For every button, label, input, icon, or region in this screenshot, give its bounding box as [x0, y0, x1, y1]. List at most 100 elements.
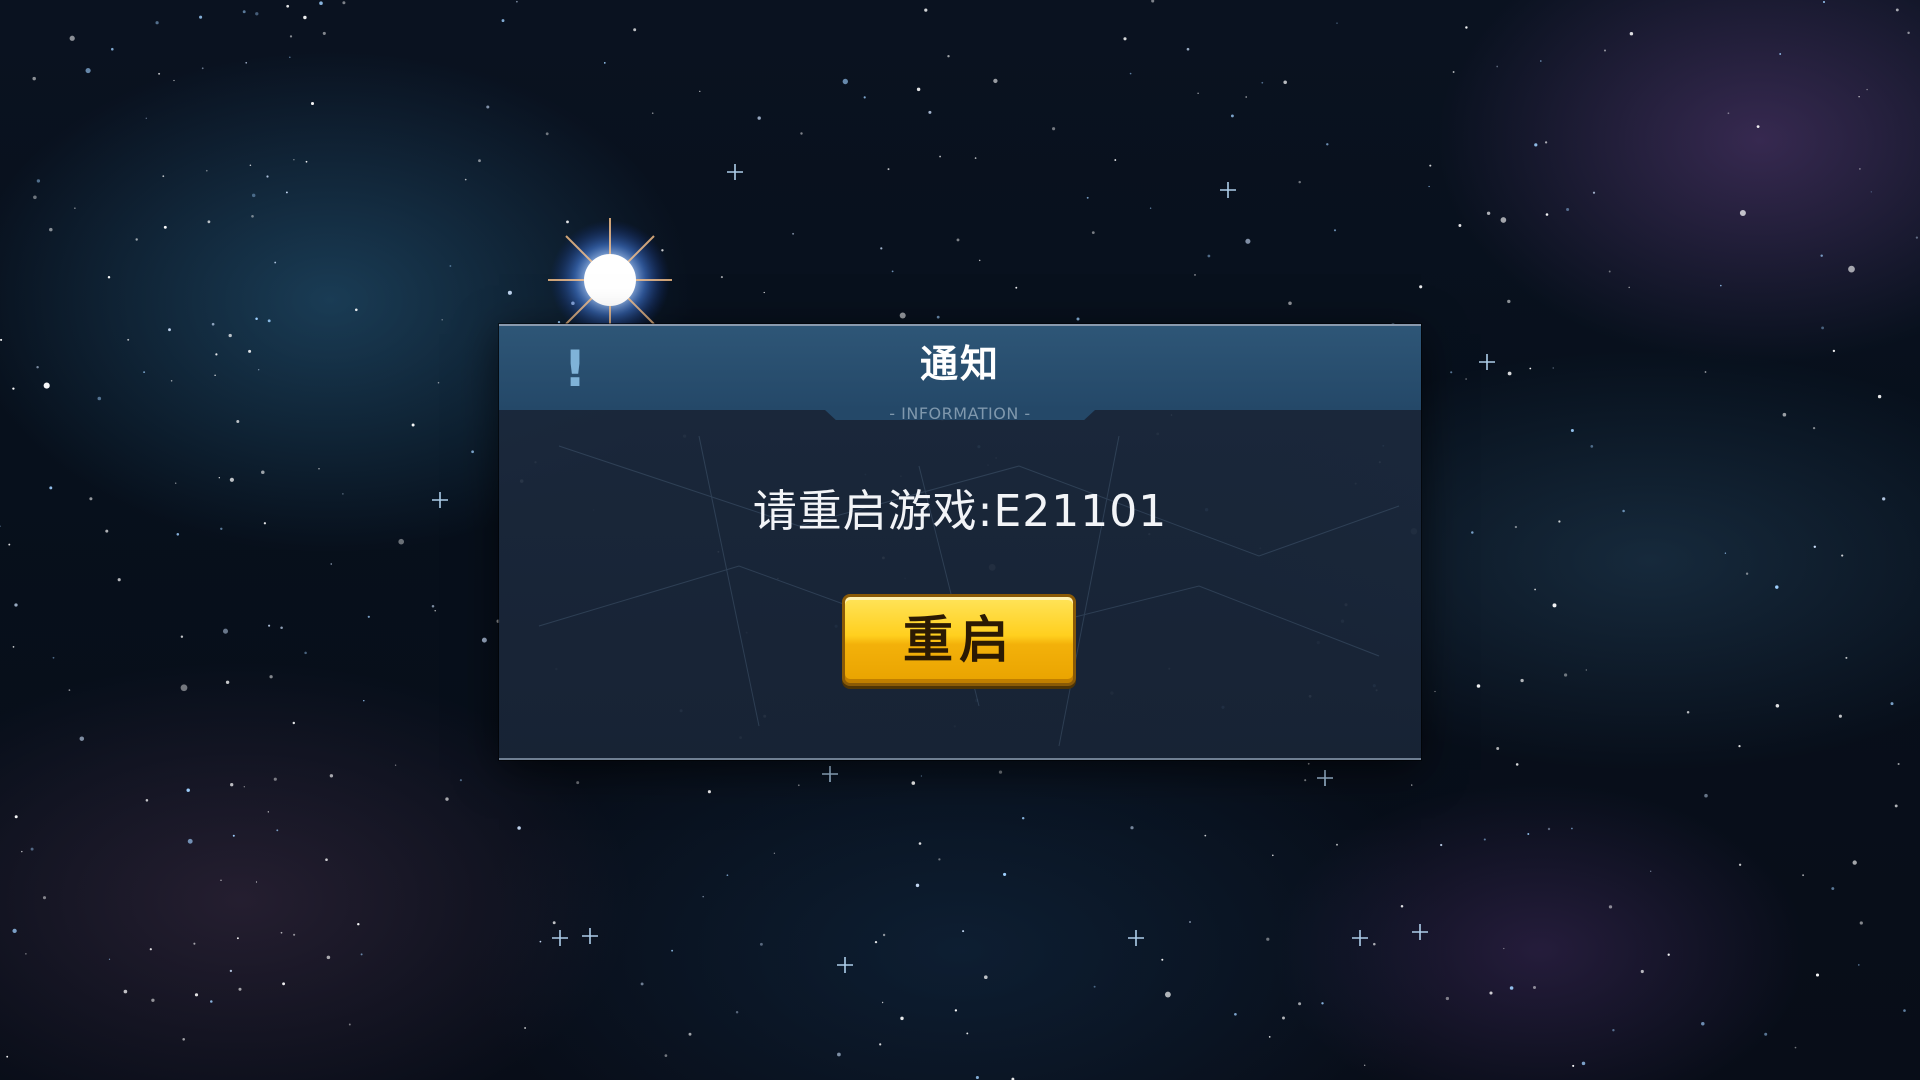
star [276, 829, 279, 832]
star [267, 319, 271, 323]
star [1476, 684, 1481, 688]
sparkle [582, 928, 598, 944]
star [1471, 531, 1474, 534]
star [215, 353, 218, 356]
star [218, 477, 220, 479]
star [956, 238, 960, 242]
star [1189, 921, 1191, 923]
star [1373, 942, 1376, 946]
star [225, 680, 230, 685]
star [441, 318, 443, 321]
star [319, 1, 323, 5]
star [123, 989, 128, 994]
star [8, 543, 11, 546]
star [251, 193, 256, 198]
sparkle [1412, 924, 1428, 940]
star [879, 1043, 882, 1046]
star [759, 942, 763, 946]
star [800, 132, 803, 135]
star [1738, 745, 1741, 748]
star [12, 928, 17, 934]
star [220, 527, 223, 530]
star [1845, 656, 1848, 659]
star [431, 604, 435, 608]
star [127, 338, 130, 341]
star [214, 374, 216, 376]
star [107, 276, 111, 279]
star [1667, 953, 1670, 956]
star [664, 1054, 668, 1057]
star [1288, 301, 1292, 306]
star [1540, 60, 1542, 62]
star [1622, 509, 1625, 513]
star [1857, 964, 1860, 966]
star [228, 333, 232, 338]
star [263, 522, 267, 525]
star [837, 1052, 841, 1057]
star [938, 858, 941, 861]
star [49, 486, 53, 490]
star [1903, 1009, 1906, 1012]
star [173, 79, 175, 82]
star [1282, 1016, 1285, 1020]
star [266, 175, 269, 178]
star [79, 736, 85, 741]
star [149, 948, 152, 951]
star [881, 1001, 884, 1004]
star [1364, 1064, 1366, 1066]
star [1756, 125, 1760, 129]
star [170, 380, 173, 382]
star [1336, 843, 1338, 846]
star [1890, 702, 1894, 706]
star [1782, 412, 1787, 417]
star [1500, 217, 1507, 223]
star [911, 781, 916, 785]
star [887, 168, 890, 171]
star [445, 797, 449, 801]
star [1298, 180, 1301, 184]
star [162, 175, 165, 178]
star [1629, 31, 1634, 36]
star [367, 615, 370, 618]
star [117, 578, 121, 582]
star [880, 247, 883, 250]
star [1496, 747, 1500, 750]
star [1832, 349, 1836, 353]
star [74, 207, 76, 209]
notification-dialog: ! 通知 - INFORMATION - 请重启游戏:E21101 重启 [499, 324, 1421, 760]
star [293, 933, 296, 936]
star [1720, 284, 1722, 287]
star [915, 883, 920, 888]
star [1445, 996, 1450, 1001]
star [168, 328, 171, 332]
star [229, 477, 234, 482]
star [1450, 371, 1453, 374]
star [763, 291, 765, 294]
star [1234, 1012, 1237, 1016]
sparkle [822, 766, 838, 782]
star [1076, 317, 1080, 321]
restart-button[interactable]: 重启 [842, 594, 1076, 686]
star [1428, 185, 1430, 188]
star [1704, 793, 1708, 798]
star [330, 563, 332, 565]
star [1823, 1, 1825, 3]
star [289, 56, 291, 59]
star [33, 195, 37, 200]
star [993, 78, 998, 84]
star [517, 826, 521, 830]
star [1509, 986, 1514, 990]
star [1486, 211, 1491, 215]
sparkle [727, 164, 743, 180]
star [236, 937, 239, 940]
star [797, 784, 800, 787]
star [187, 838, 193, 844]
star [52, 656, 55, 659]
star [1802, 874, 1805, 877]
star [1779, 53, 1782, 55]
star [1164, 991, 1171, 998]
star [304, 651, 307, 655]
star [916, 87, 921, 92]
star [303, 15, 307, 20]
star [1520, 678, 1524, 683]
